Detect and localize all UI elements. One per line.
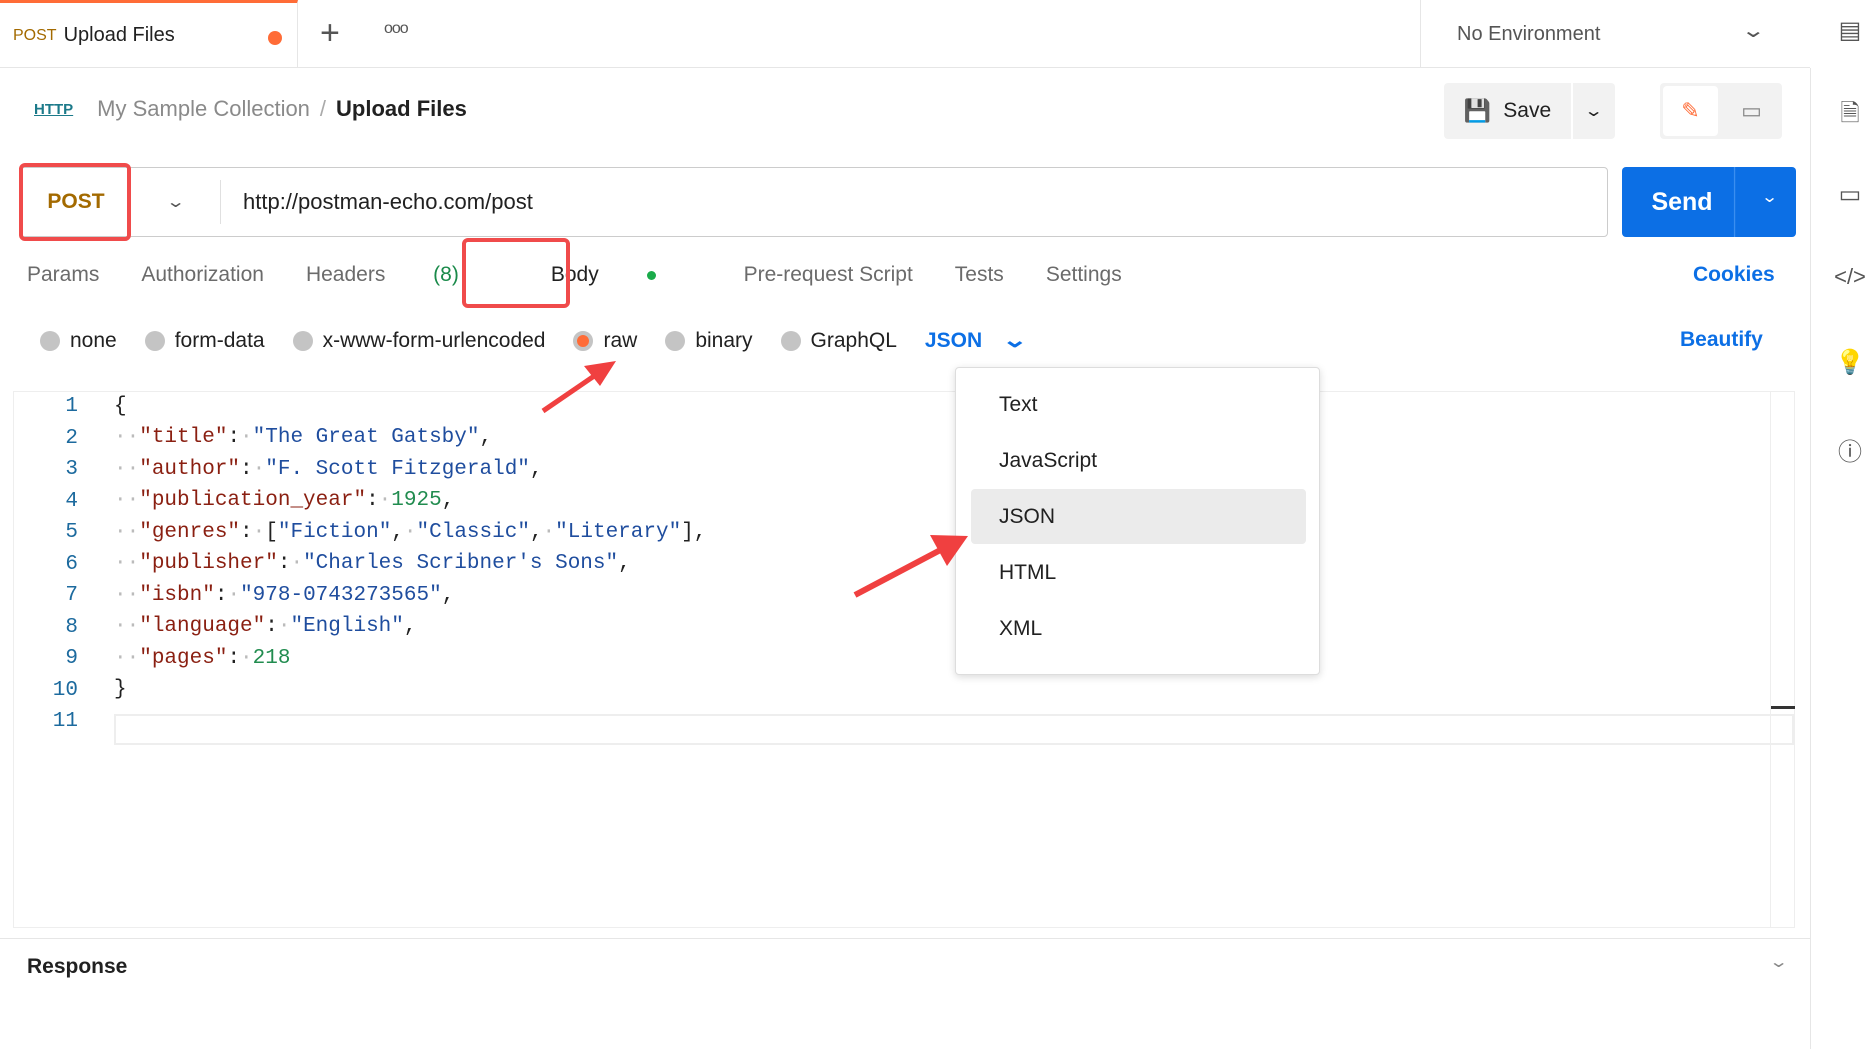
response-divider xyxy=(0,938,1810,939)
arrow-to-json-icon xyxy=(853,543,950,598)
response-collapse-chevron-icon[interactable]: ⌄ xyxy=(1769,952,1789,972)
response-title: Response xyxy=(27,955,128,978)
annotation-arrows xyxy=(541,361,968,598)
arrow-to-raw-icon xyxy=(541,369,602,414)
